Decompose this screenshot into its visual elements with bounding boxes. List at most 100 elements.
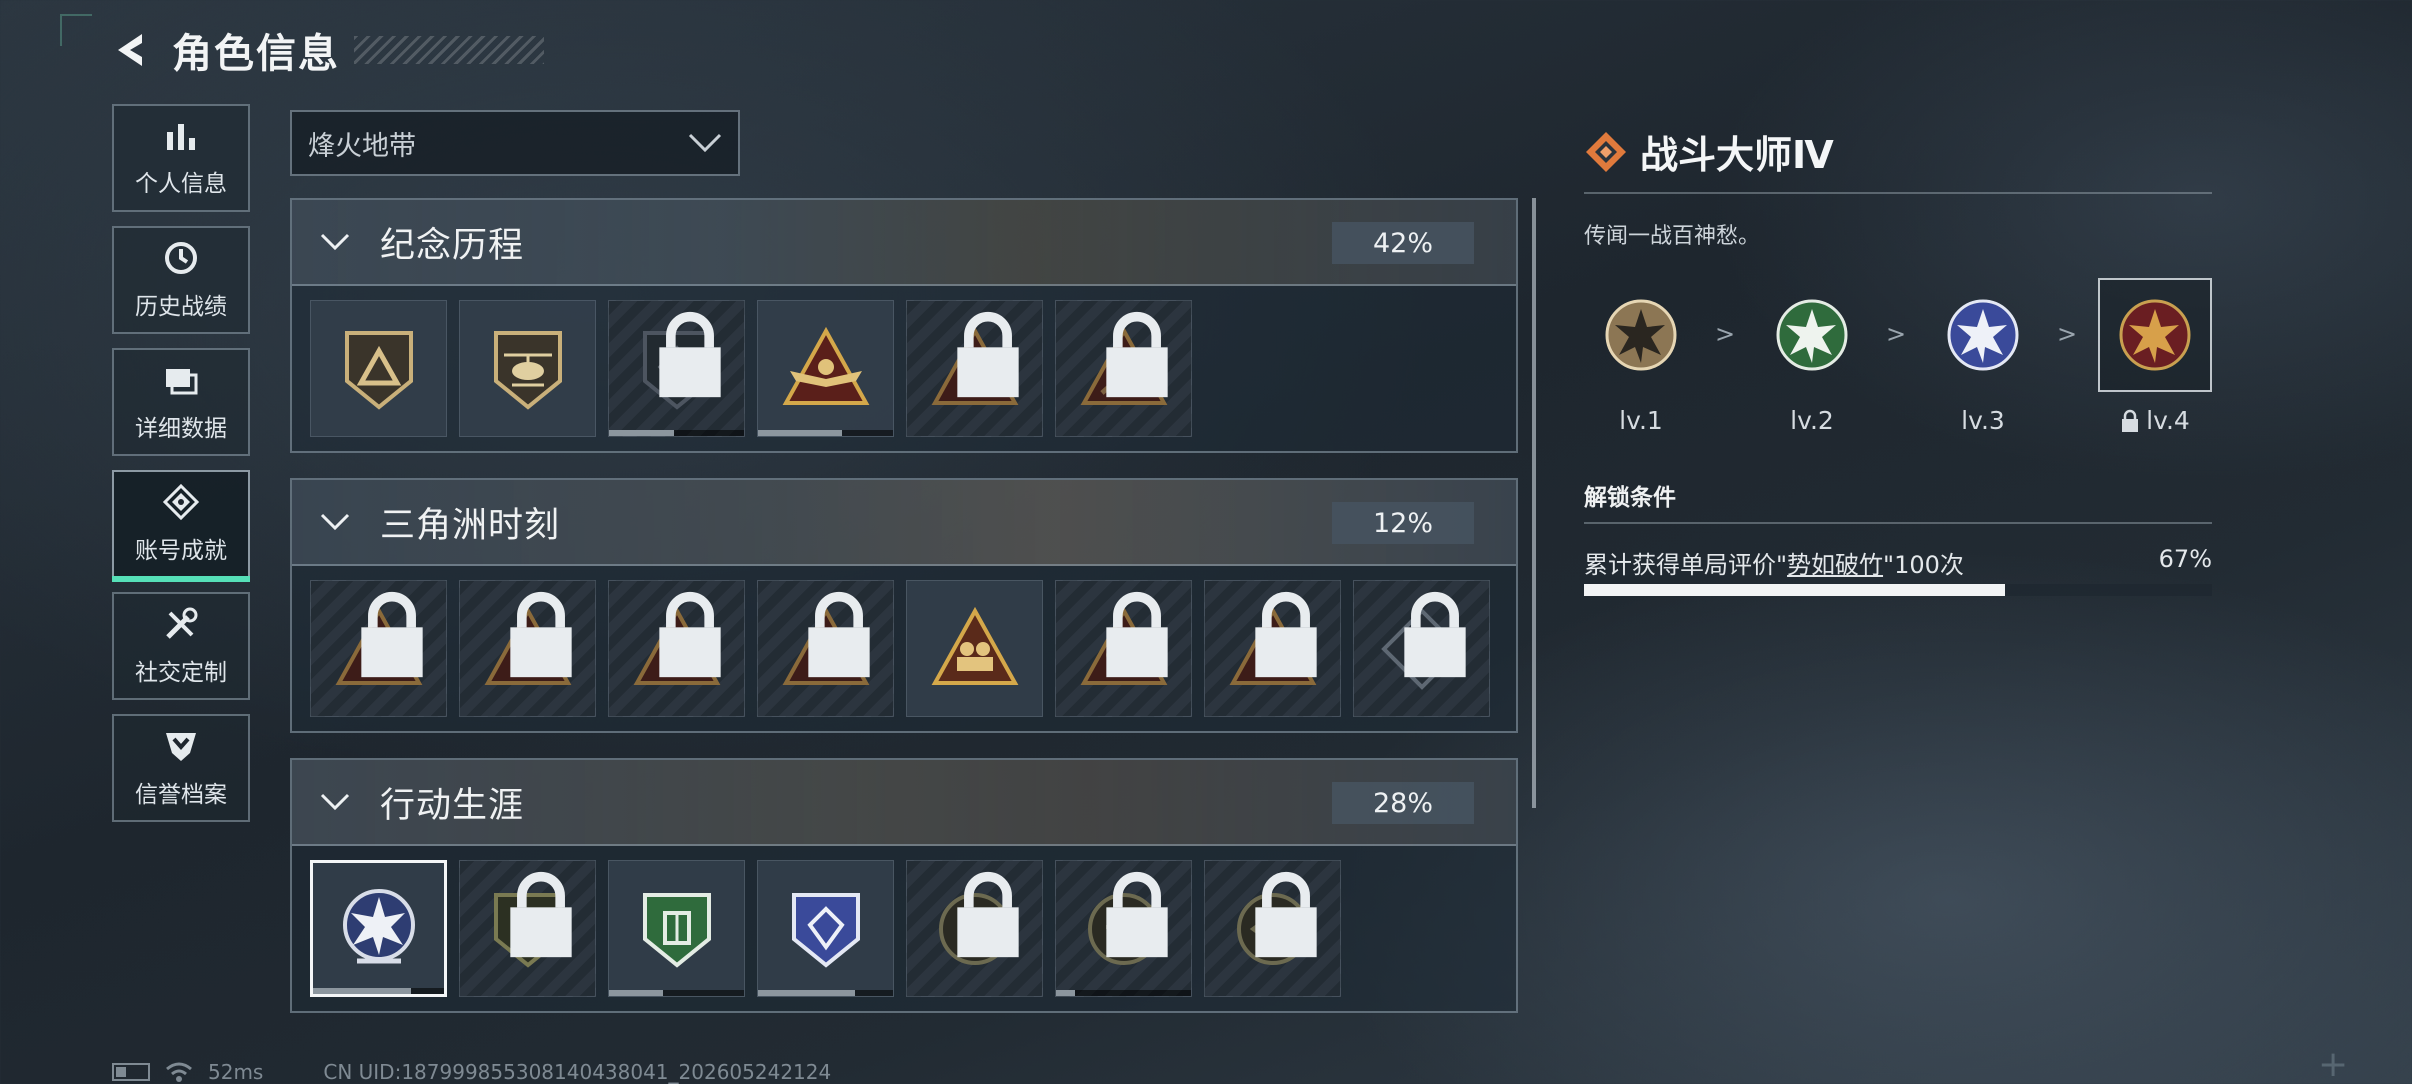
achievement-badge-locked[interactable] (608, 580, 745, 717)
helicopter-badge-icon (493, 330, 562, 410)
section-title: 三角洲时刻 (380, 505, 561, 546)
medal-lv1-icon (1584, 278, 1698, 392)
lock-icon (510, 871, 572, 958)
level-3[interactable]: lv.3 (1926, 278, 2040, 435)
sidebar-item-social-custom[interactable]: 社交定制 (112, 592, 250, 700)
shield-chevron-icon (166, 733, 196, 761)
user-uid: CN UID:18799985530814043804​1_2026052421… (323, 1060, 832, 1084)
back-arrow-icon[interactable] (110, 28, 154, 72)
list-scrollbar[interactable] (1532, 198, 1536, 808)
wings-triangle-badge-icon (782, 326, 869, 405)
condition-progress-bar (1584, 584, 2212, 596)
level-progression: lv.1 > lv.2 > lv.3 > lv.4 (1584, 278, 2212, 448)
achievement-badge-locked[interactable] (1353, 580, 1490, 717)
star-medal-badge-icon (342, 888, 415, 963)
status-bar: 52ms CN UID:18799985530814043804​1_20260… (112, 1060, 831, 1084)
level-label: lv.3 (1961, 406, 2005, 435)
lock-icon (1255, 591, 1317, 678)
chevron-down-icon (320, 513, 350, 531)
achievement-badge[interactable] (906, 580, 1043, 717)
achievement-badge-locked[interactable] (1204, 860, 1341, 997)
achievement-badge-locked[interactable] (757, 580, 894, 717)
chevron-down-icon (320, 793, 350, 811)
section-header[interactable]: 行动生涯 28% (292, 760, 1516, 846)
sidebar-item-label: 账号成就 (135, 538, 227, 564)
achievement-badge-locked[interactable] (1055, 580, 1192, 717)
triangle-shield-badge-icon (344, 330, 413, 410)
achievement-section-memorial: 纪念历程 42% (290, 198, 1518, 453)
divider (1584, 192, 2212, 194)
badge-progress-bar (609, 990, 744, 996)
achievement-badge[interactable] (608, 860, 745, 997)
achievement-badge-locked[interactable] (906, 860, 1043, 997)
achievement-badge-locked[interactable] (906, 300, 1043, 437)
green-shield-badge-icon (642, 892, 711, 968)
badge-progress-bar (1056, 990, 1191, 996)
corner-frame-mark (60, 14, 92, 46)
level-label: lv.1 (1619, 406, 1663, 435)
lock-icon (957, 871, 1019, 958)
chevron-down-icon (320, 233, 350, 251)
achievement-title: 战斗大师Ⅳ (1640, 133, 1834, 177)
section-header[interactable]: 纪念历程 42% (292, 200, 1516, 286)
achievement-badge[interactable] (459, 300, 596, 437)
level-4[interactable]: lv.4 (2098, 278, 2212, 435)
achievement-badge-locked[interactable] (459, 860, 596, 997)
title-decoration (354, 36, 544, 64)
sidebar-item-achievements[interactable]: 账号成就 (112, 470, 250, 582)
achievement-badge-locked[interactable] (1204, 580, 1341, 717)
sidebar-item-label: 信誉档案 (135, 782, 227, 808)
badge-progress-bar (609, 430, 744, 436)
section-header[interactable]: 三角洲时刻 12% (292, 480, 1516, 566)
bar-chart-icon (167, 124, 195, 150)
unlock-conditions-title: 解锁条件 (1584, 485, 1676, 511)
condition-highlight[interactable]: 势如破竹 (1787, 551, 1883, 579)
badge-progress-bar (313, 988, 444, 994)
lock-icon (510, 591, 572, 678)
achievement-badge-selected[interactable] (310, 860, 447, 997)
lock-icon (659, 591, 721, 678)
achievement-section-moments: 三角洲时刻 12% (290, 478, 1518, 733)
achievement-icon (162, 483, 200, 521)
medal-lv2-icon (1755, 278, 1869, 392)
sidebar-item-label: 社交定制 (135, 660, 227, 686)
sidebar-item-personal-info[interactable]: 个人信息 (112, 104, 250, 212)
page-title: 角色信息 (172, 31, 340, 77)
section-progress-percent: 42% (1332, 222, 1474, 264)
achievement-badge-locked[interactable] (310, 580, 447, 717)
sidebar-item-reputation[interactable]: 信誉档案 (112, 714, 250, 822)
section-progress-percent: 28% (1332, 782, 1474, 824)
sidebar-item-detailed-data[interactable]: 详细数据 (112, 348, 250, 456)
achievement-badge-locked[interactable] (1055, 300, 1192, 437)
level-label: lv.4 (2146, 406, 2190, 435)
wifi-icon (166, 1062, 192, 1082)
section-title: 纪念历程 (380, 225, 525, 266)
achievement-section-career: 行动生涯 28% (290, 758, 1518, 1013)
section-title: 行动生涯 (380, 785, 525, 826)
mode-dropdown[interactable]: 烽火地带 (290, 110, 740, 176)
sidebar-item-history[interactable]: 历史战绩 (112, 226, 250, 334)
achievement-diamond-icon (1586, 132, 1626, 172)
sidebar-item-label: 个人信息 (135, 171, 227, 197)
achievement-badge-locked[interactable] (608, 300, 745, 437)
achievement-badge[interactable] (310, 300, 447, 437)
mode-dropdown-value: 烽火地带 (308, 130, 416, 162)
sidebar-item-label: 详细数据 (135, 416, 227, 442)
achievement-badge[interactable] (757, 300, 894, 437)
tools-icon (166, 607, 198, 639)
medal-lv3-icon (1926, 278, 2040, 392)
achievement-badge-locked[interactable] (459, 580, 596, 717)
achievement-badge[interactable] (757, 860, 894, 997)
sidebar-item-label: 历史战绩 (135, 294, 227, 320)
medal-lv4-icon (2098, 278, 2212, 392)
unlock-condition-row: 累计获得单局评价"势如破竹"100次 67% (1584, 545, 2212, 580)
condition-text: 累计获得单局评价"势如破竹"100次 (1584, 551, 1964, 579)
level-separator: > (1715, 320, 1736, 348)
level-2[interactable]: lv.2 (1755, 278, 1869, 435)
level-label: lv.2 (1790, 406, 1834, 435)
lock-icon (1106, 311, 1168, 398)
achievement-badge-locked[interactable] (1055, 860, 1192, 997)
condition-percent: 67% (2158, 545, 2212, 573)
badge-progress-bar (758, 990, 893, 996)
level-1[interactable]: lv.1 (1584, 278, 1698, 435)
